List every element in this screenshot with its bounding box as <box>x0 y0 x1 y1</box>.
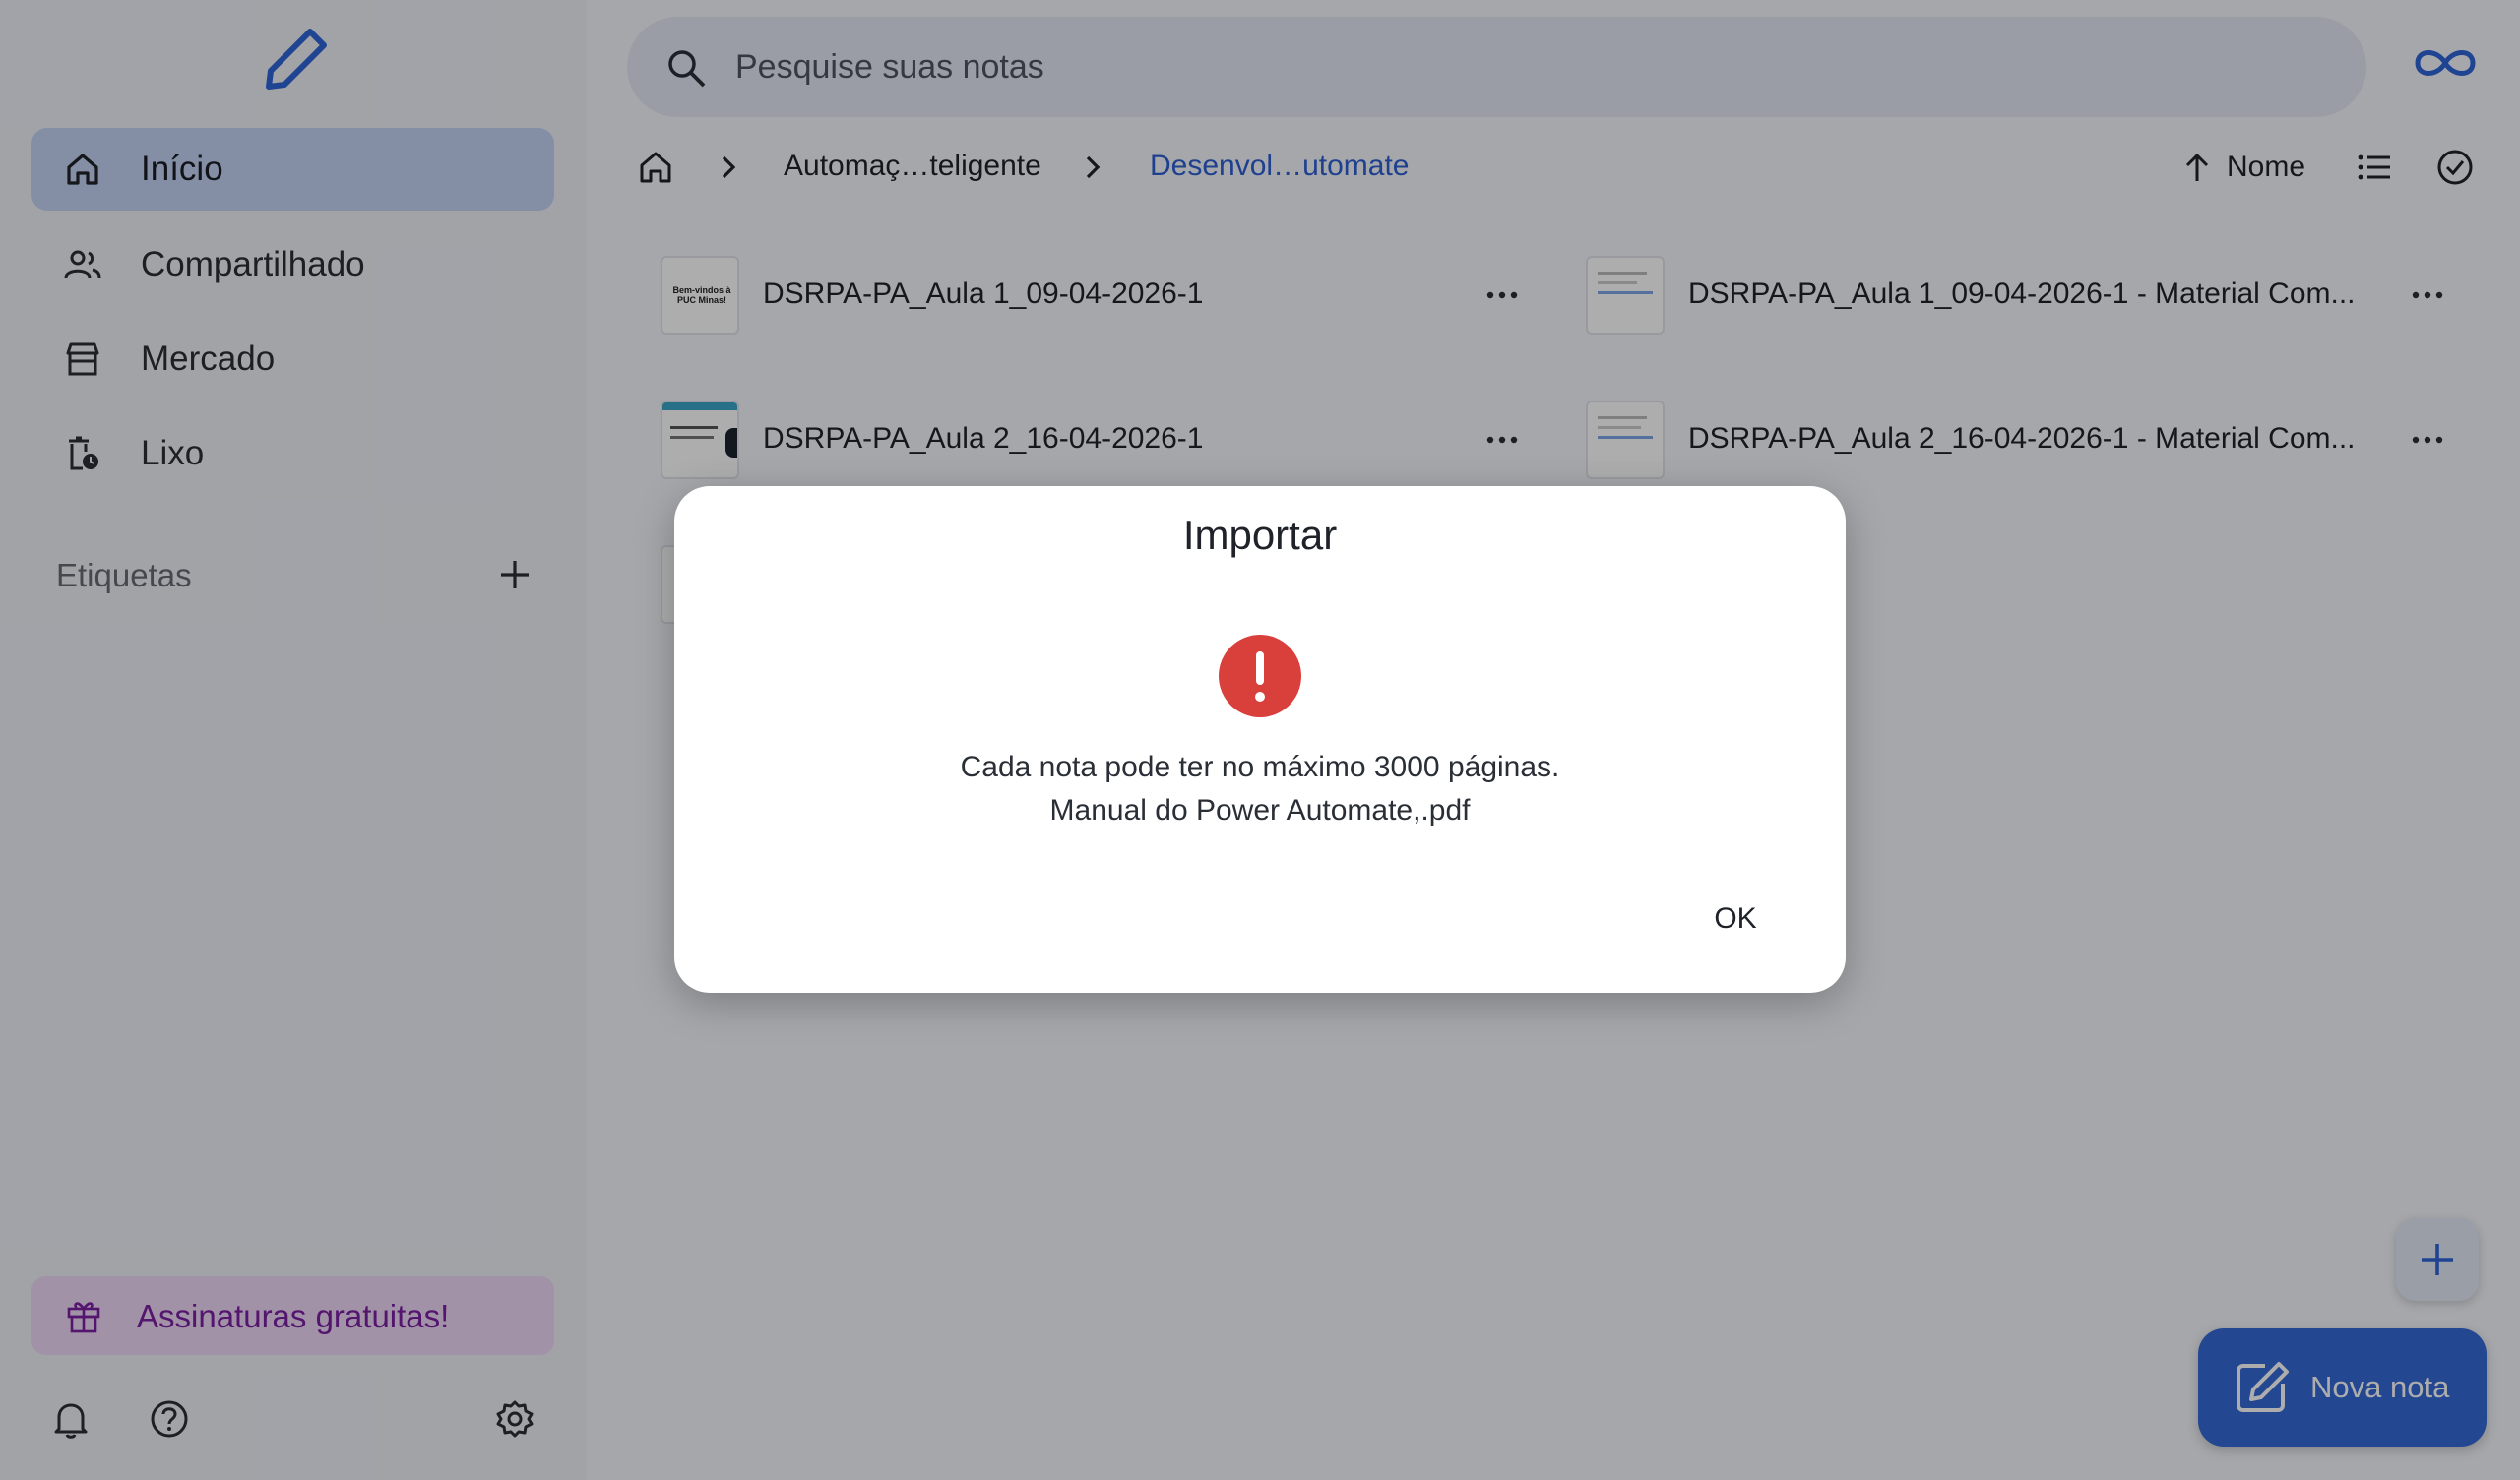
error-icon <box>1219 635 1301 717</box>
dialog-message: Cada nota pode ter no máximo 3000 página… <box>674 746 1846 832</box>
import-dialog: Importar Cada nota pode ter no máximo 30… <box>674 486 1846 993</box>
dialog-message-filename: Manual do Power Automate,.pdf <box>1049 794 1471 827</box>
dialog-title: Importar <box>1182 512 1338 558</box>
dialog-message-line: Cada nota pode ter no máximo 3000 página… <box>960 751 1560 783</box>
ok-button[interactable]: OK <box>1688 890 1783 949</box>
